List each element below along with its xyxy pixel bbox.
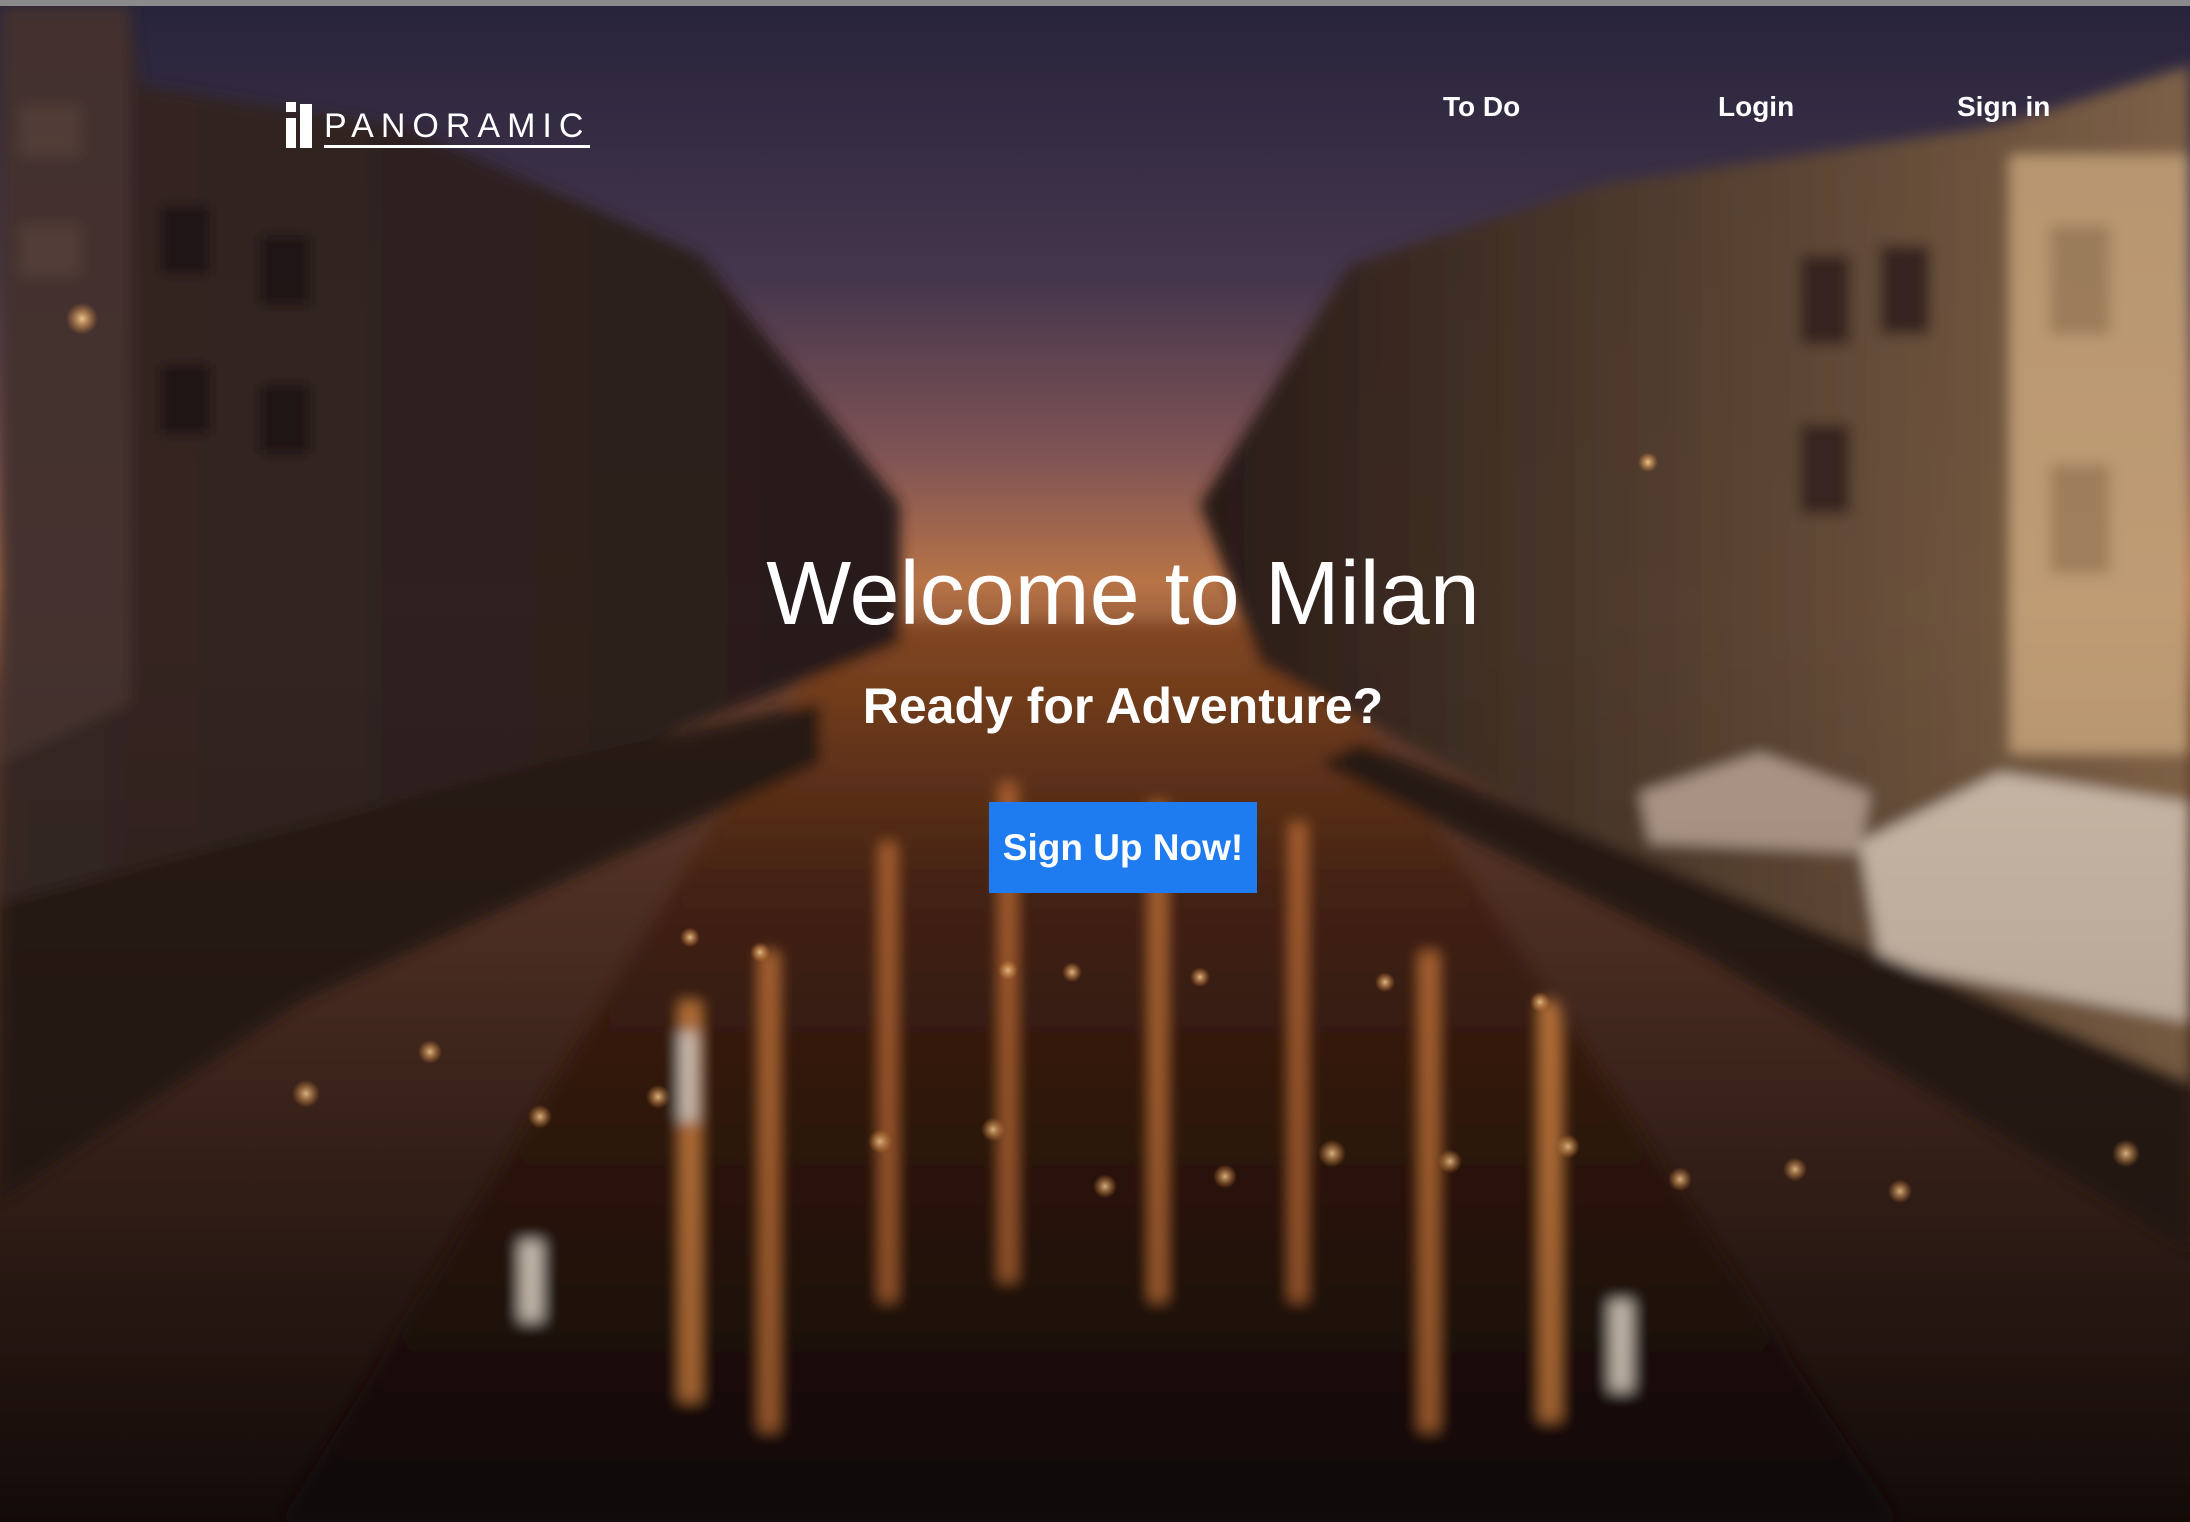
background-overlay	[0, 6, 2190, 1522]
logo-icon	[286, 96, 318, 148]
hero-subtitle: Ready for Adventure?	[862, 678, 1384, 734]
nav-signin-link[interactable]: Sign in	[1957, 90, 2050, 124]
nav-todo-link[interactable]: To Do	[1443, 90, 1520, 124]
brand-name: PANORAMIC	[324, 109, 591, 148]
brand-logo[interactable]: PANORAMIC	[286, 92, 591, 148]
sign-up-button[interactable]: Sign Up Now!	[989, 802, 1257, 893]
hero-title: Welcome to Milan	[766, 544, 1480, 644]
nav-login-link[interactable]: Login	[1718, 90, 1794, 124]
hero-section: PANORAMIC To Do Login Sign in Welcome to…	[0, 0, 2190, 1522]
